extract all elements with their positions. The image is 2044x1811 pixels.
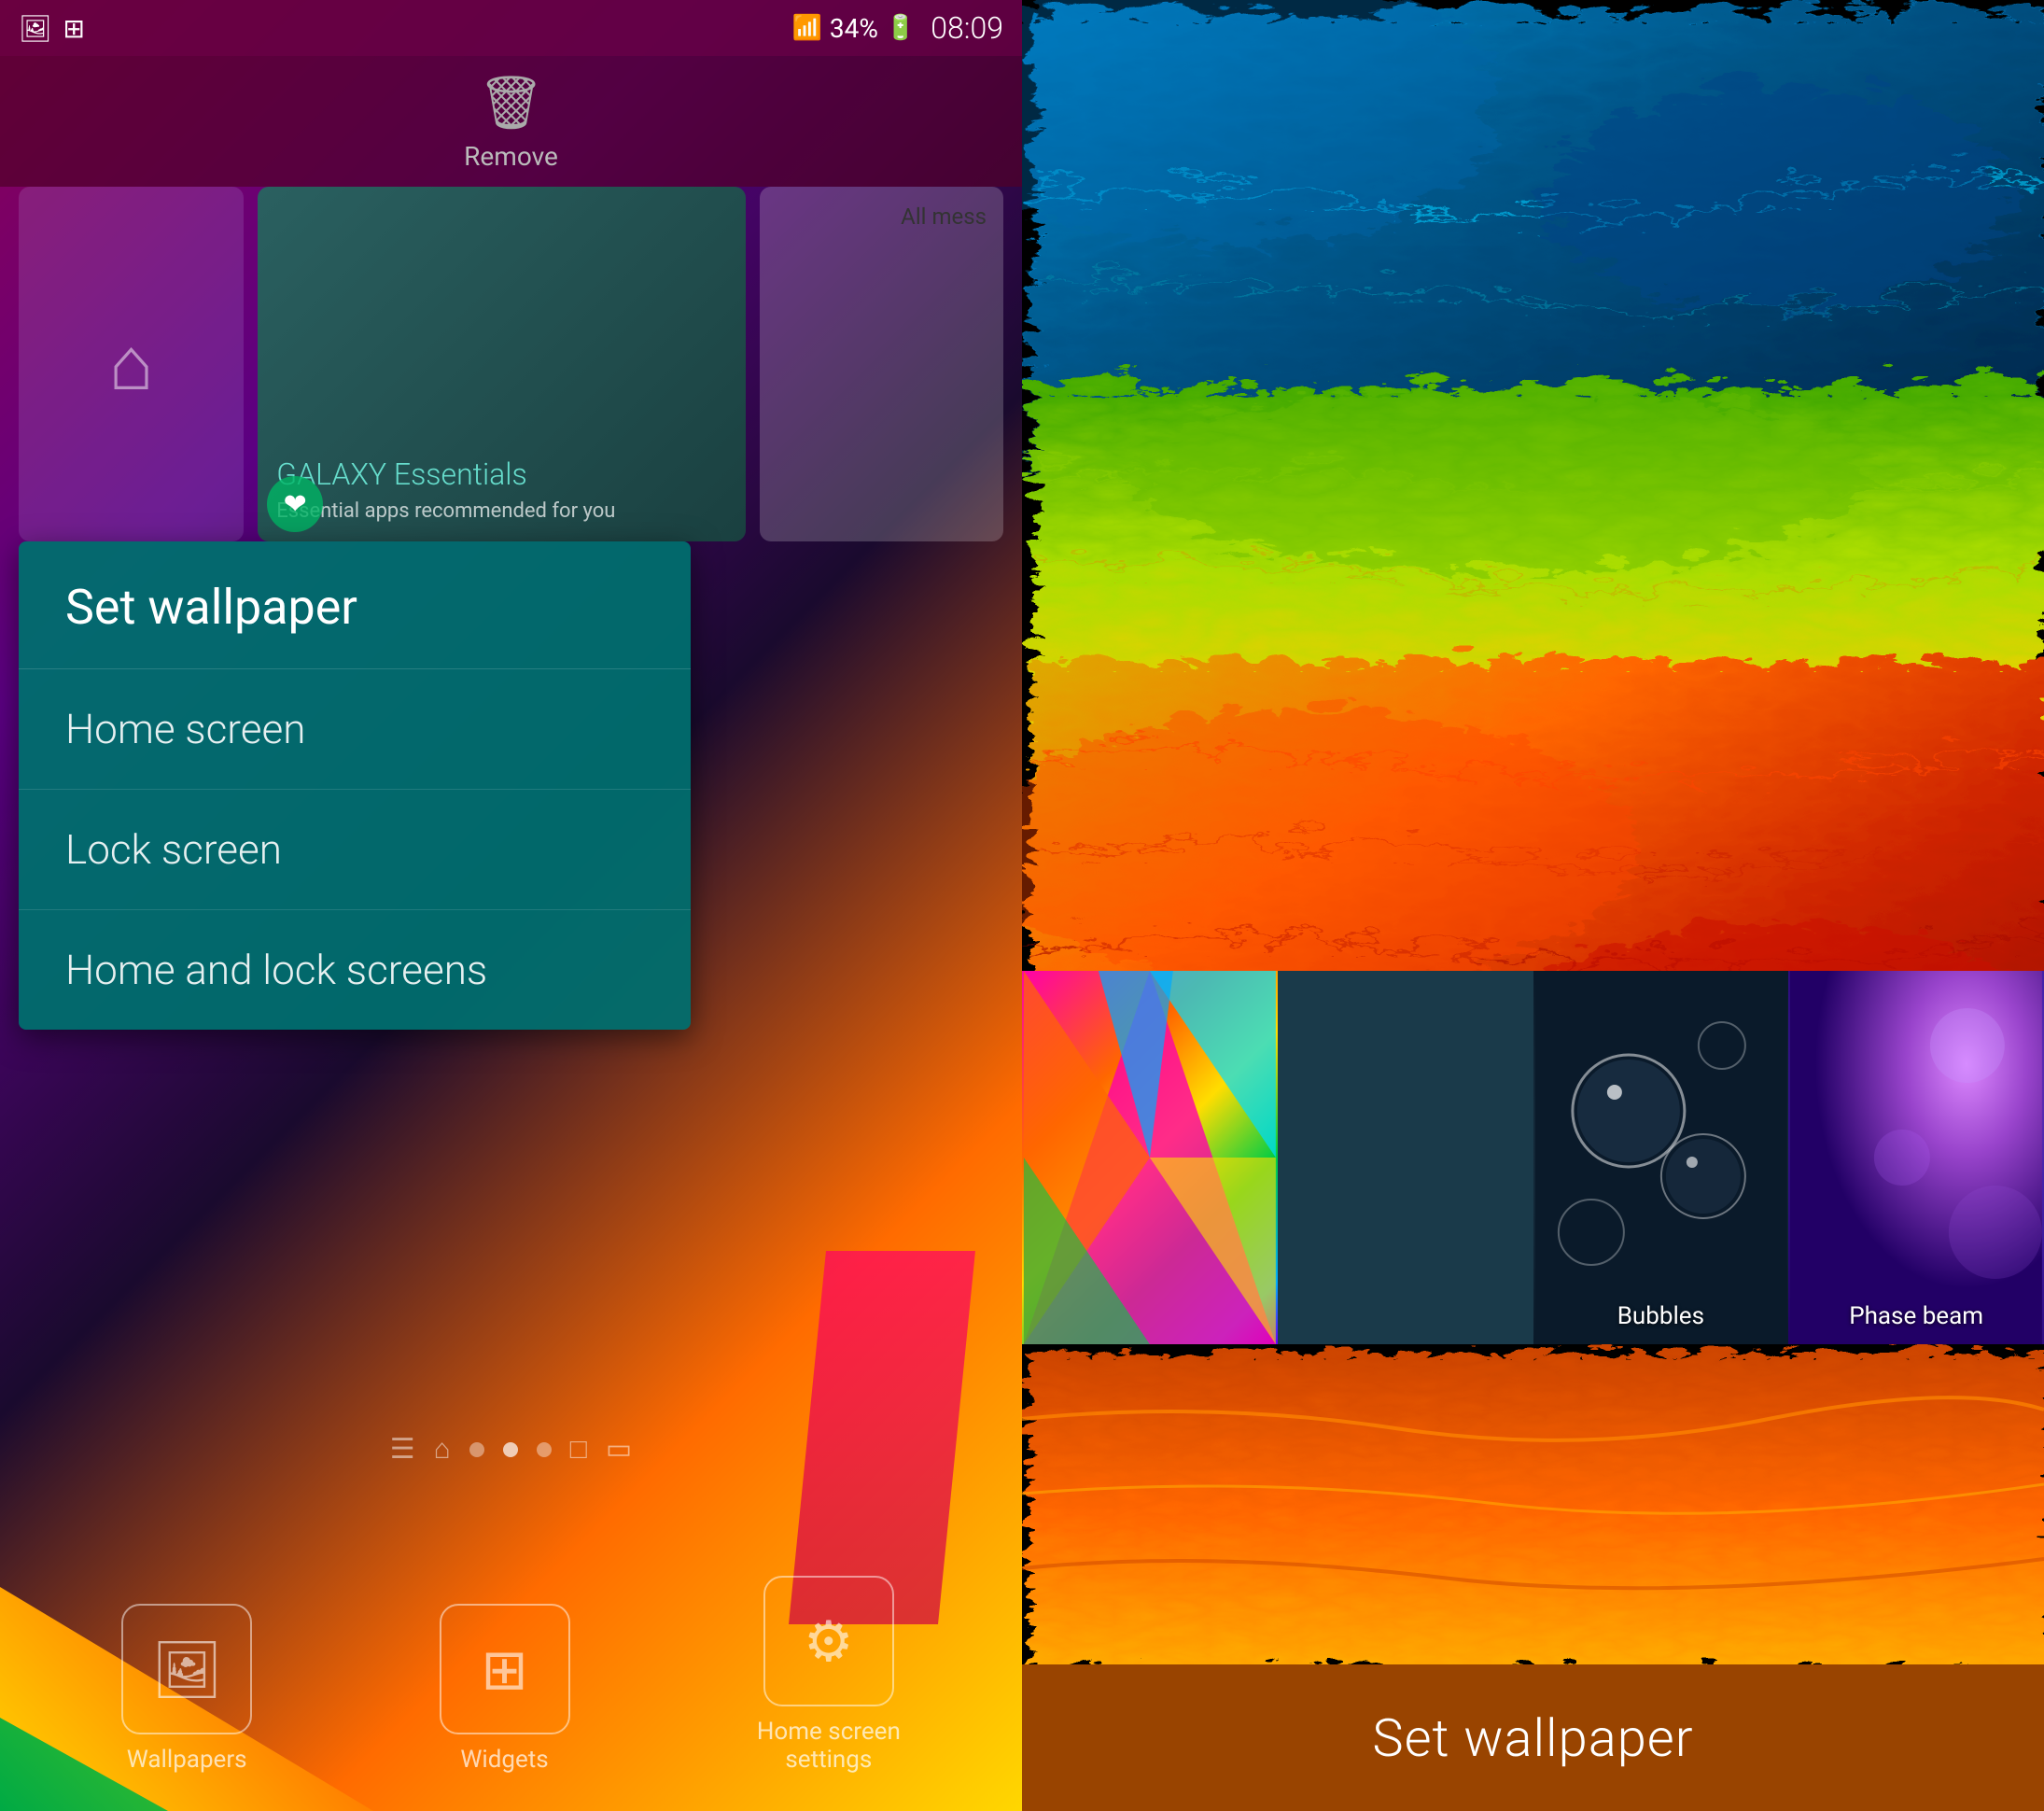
- nav-dot-3: [537, 1442, 552, 1457]
- wallpapers-label: Wallpapers: [127, 1746, 247, 1774]
- menu-item-lock-screen[interactable]: Lock screen: [19, 790, 691, 910]
- screenshot-icon: 🖼: [19, 13, 52, 44]
- menu-header: Set wallpaper: [19, 541, 691, 669]
- home-settings-label: Home screensettings: [757, 1718, 901, 1774]
- square-nav-icon: □: [570, 1433, 587, 1466]
- messages-label: All mess: [893, 196, 994, 237]
- wallpapers-icon: 🖼: [151, 1636, 222, 1703]
- thumbnail-strip: Bubbles Phase beam: [1022, 971, 2044, 1344]
- battery-text: 34%: [830, 13, 878, 44]
- sync-icon: ⊞: [63, 13, 85, 44]
- remove-area: 🗑 Remove: [0, 56, 1022, 187]
- thumb-dots[interactable]: [1278, 971, 1533, 1344]
- widgets-label: Widgets: [460, 1746, 548, 1774]
- menu-item-home-screen-label: Home screen: [65, 705, 305, 753]
- set-wallpaper-button-label: Set wallpaper: [1372, 1707, 1693, 1769]
- wallpaper-bottom: [1022, 1344, 2044, 1664]
- health-icon: ❤: [267, 476, 323, 532]
- home-screen-card[interactable]: ⌂: [19, 187, 244, 541]
- galaxy-subtitle: Essential apps recommended for you: [276, 499, 727, 523]
- messages-card[interactable]: All mess: [760, 187, 1003, 541]
- thumb-bubbles[interactable]: Bubbles: [1533, 971, 1789, 1344]
- widgets-icon-item[interactable]: ⊞ Widgets: [440, 1604, 570, 1774]
- left-panel: 🖼 ⊞ 📶 34% 🔋 08:09 🗑 Remove ⌂ ❤ GALAXY Es…: [0, 0, 1022, 1811]
- widgets-icon: ⊞: [481, 1636, 527, 1703]
- widgets-icon-box: ⊞: [440, 1604, 570, 1734]
- menu-item-home-lock-label: Home and lock screens: [65, 946, 487, 994]
- home-nav-icon: ⌂: [434, 1433, 451, 1466]
- menu-item-home-lock[interactable]: Home and lock screens: [19, 910, 691, 1030]
- set-wallpaper-bar[interactable]: Set wallpaper: [1022, 1664, 2044, 1811]
- menu-item-home-screen[interactable]: Home screen: [19, 669, 691, 790]
- signal-icon: 📶: [792, 14, 822, 42]
- clock: 08:09: [931, 10, 1003, 46]
- remove-label: Remove: [464, 141, 558, 172]
- menu-bars-icon: ☰: [390, 1433, 415, 1466]
- trash-icon: 🗑: [478, 72, 544, 133]
- status-bar: 🖼 ⊞ 📶 34% 🔋 08:09: [0, 0, 1022, 56]
- home-settings-icon: ⚙: [804, 1608, 854, 1675]
- wallpapers-icon-item[interactable]: 🖼 Wallpapers: [121, 1604, 252, 1774]
- set-wallpaper-menu: Set wallpaper Home screen Lock screen Ho…: [19, 541, 691, 1030]
- thumb-colorful[interactable]: [1022, 971, 1278, 1344]
- galaxy-essentials-card[interactable]: ❤ GALAXY Essentials Essential apps recom…: [258, 187, 746, 541]
- menu-item-lock-screen-label: Lock screen: [65, 825, 282, 874]
- status-left-icons: 🖼 ⊞: [19, 13, 85, 44]
- cards-area: ⌂ ❤ GALAXY Essentials Essential apps rec…: [19, 187, 1003, 541]
- home-settings-icon-item[interactable]: ⚙ Home screensettings: [757, 1576, 901, 1774]
- nav-dot-2: [503, 1442, 518, 1457]
- thumb-phase-beam-label: Phase beam: [1788, 1302, 2044, 1330]
- galaxy-title: GALAXY Essentials: [276, 456, 727, 492]
- nav-dot-1: [469, 1442, 484, 1457]
- home-settings-icon-box: ⚙: [763, 1576, 894, 1706]
- menu-title: Set wallpaper: [65, 579, 357, 636]
- home-icon: ⌂: [108, 320, 153, 408]
- status-right-icons: 📶 34% 🔋 08:09: [792, 10, 1003, 46]
- thumb-phase-beam[interactable]: Phase beam: [1788, 971, 2044, 1344]
- wallpapers-icon-box: 🖼: [121, 1604, 252, 1734]
- battery-icon: 🔋: [886, 14, 916, 42]
- rect-nav-icon: ▭: [606, 1433, 632, 1466]
- bottom-icons-row: 🖼 Wallpapers ⊞ Widgets ⚙ Home screensett…: [0, 1576, 1022, 1774]
- right-panel: Bubbles Phase beam: [1022, 0, 2044, 1811]
- bottom-nav-dots: ☰ ⌂ □ ▭: [0, 1433, 1022, 1466]
- thumb-bubbles-label: Bubbles: [1533, 1302, 1789, 1330]
